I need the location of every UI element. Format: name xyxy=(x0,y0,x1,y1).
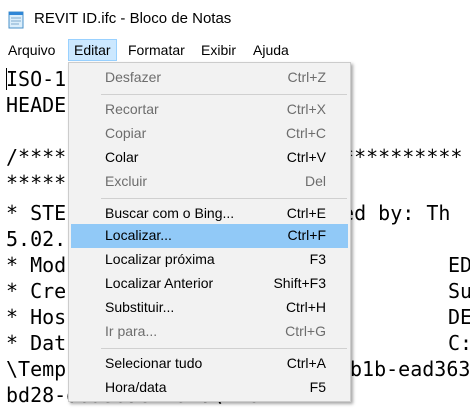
text-line: \Temp xyxy=(6,357,67,381)
text-fragment: DE xyxy=(448,305,470,329)
menu-item-recortar[interactable]: Recortar Ctrl+X xyxy=(71,98,348,122)
menu-item-shortcut: F5 xyxy=(309,379,326,395)
menu-item-shortcut: Ctrl+F xyxy=(287,227,327,243)
menu-editar[interactable]: Editar xyxy=(68,39,117,61)
text-line: * Mod xyxy=(6,253,67,277)
menu-item-label: Localizar Anterior xyxy=(105,275,214,291)
text-line: * Cre xyxy=(6,279,67,303)
menu-item-label: Excluir xyxy=(105,173,148,189)
menu-item-shortcut: Shift+F3 xyxy=(273,275,326,291)
menu-item-label: Substituir... xyxy=(105,299,175,315)
menu-item-label: Copiar xyxy=(105,125,147,141)
menu-item-shortcut: Ctrl+X xyxy=(286,101,326,117)
text-line: ***** xyxy=(6,171,67,195)
text-fragment: b1b-ead363 xyxy=(350,357,470,381)
menu-bar: Arquivo Editar Formatar Exibir Ajuda xyxy=(0,38,470,62)
menu-item-label: Desfazer xyxy=(105,69,162,85)
menu-item-desfazer[interactable]: Desfazer Ctrl+Z xyxy=(71,66,348,90)
edit-menu-dropdown: Desfazer Ctrl+Z Recortar Ctrl+X Copiar C… xyxy=(68,62,351,402)
menu-formatar[interactable]: Formatar xyxy=(123,39,190,61)
menu-item-shortcut: Ctrl+G xyxy=(285,323,326,339)
menu-item-shortcut: Ctrl+H xyxy=(285,299,326,315)
menu-separator xyxy=(101,198,347,199)
menu-item-label: Recortar xyxy=(105,101,159,117)
menu-item-shortcut: Ctrl+E xyxy=(286,205,326,221)
text-line: 5.02. xyxy=(6,227,67,251)
menu-item-localizar[interactable]: Localizar... Ctrl+F xyxy=(71,224,348,248)
text-fragment: ED xyxy=(448,253,470,277)
menu-item-label: Localizar... xyxy=(105,227,172,243)
menu-item-label: Colar xyxy=(105,149,139,165)
menu-item-label: Hora/data xyxy=(105,379,167,395)
menu-item-label: Selecionar tudo xyxy=(105,355,203,371)
menu-item-selecionar-tudo[interactable]: Selecionar tudo Ctrl+A xyxy=(71,352,348,376)
text-caret xyxy=(6,68,7,90)
notepad-icon xyxy=(8,11,24,29)
menu-ajuda[interactable]: Ajuda xyxy=(248,39,294,61)
text-fragment: C: xyxy=(448,331,470,355)
menu-item-label: Ir para... xyxy=(105,323,158,339)
text-line: ISO-1 xyxy=(6,67,67,91)
menu-item-shortcut: Ctrl+C xyxy=(285,125,326,141)
text-fragment: Su xyxy=(448,279,470,303)
text-line: HEADE xyxy=(6,93,67,117)
menu-item-colar[interactable]: Colar Ctrl+V xyxy=(71,146,348,170)
menu-item-localizar-proxima[interactable]: Localizar próxima F3 xyxy=(71,248,348,272)
menu-item-hora-data[interactable]: Hora/data F5 xyxy=(71,376,348,400)
title-bar: REVIT ID.ifc - Bloco de Notas xyxy=(0,0,470,38)
text-line: /**** xyxy=(6,145,67,169)
menu-item-ir-para[interactable]: Ir para... Ctrl+G xyxy=(71,320,348,344)
menu-item-copiar[interactable]: Copiar Ctrl+C xyxy=(71,122,348,146)
menu-separator xyxy=(101,94,347,95)
menu-item-shortcut: Ctrl+Z xyxy=(287,69,327,85)
menu-item-shortcut: Ctrl+V xyxy=(286,149,326,165)
menu-item-excluir[interactable]: Excluir Del xyxy=(71,170,348,194)
text-line: * Dat xyxy=(6,331,67,355)
menu-item-shortcut: F3 xyxy=(309,251,326,267)
menu-item-localizar-anterior[interactable]: Localizar Anterior Shift+F3 xyxy=(71,272,348,296)
menu-arquivo[interactable]: Arquivo xyxy=(3,39,60,61)
menu-item-label: Buscar com o Bing... xyxy=(105,205,235,221)
window-title: REVIT ID.ifc - Bloco de Notas xyxy=(34,10,232,27)
text-line: * STE xyxy=(6,201,67,225)
text-line: * Hos xyxy=(6,305,67,329)
menu-exibir[interactable]: Exibir xyxy=(196,39,241,61)
menu-item-label: Localizar próxima xyxy=(105,251,215,267)
menu-item-shortcut: Del xyxy=(304,173,326,189)
menu-separator xyxy=(101,348,347,349)
menu-item-substituir[interactable]: Substituir... Ctrl+H xyxy=(71,296,348,320)
menu-item-shortcut: Ctrl+A xyxy=(286,355,326,371)
menu-item-buscar-bing[interactable]: Buscar com o Bing... Ctrl+E xyxy=(71,202,348,226)
